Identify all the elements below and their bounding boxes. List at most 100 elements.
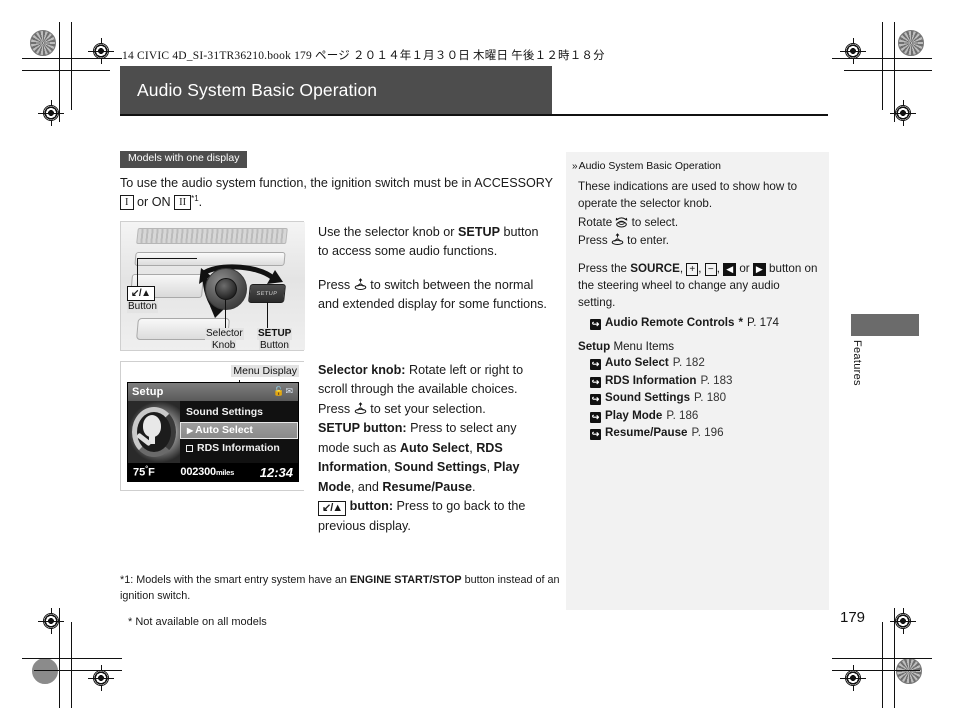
- selector-knob-center-graphic: [215, 277, 237, 300]
- leader-line-setup: [267, 301, 269, 328]
- list-item[interactable]: ↪ Play Mode P. 186: [590, 407, 819, 425]
- menu-item-page: P. 183: [700, 373, 733, 387]
- menu-item-label: Sound Settings: [605, 391, 691, 405]
- left-content-column: Models with one display To use the audio…: [120, 148, 556, 536]
- cross-reference-arrow-icon: ↪: [590, 318, 601, 330]
- printer-dot-top-left: [30, 30, 56, 56]
- section-tab-marker: [851, 314, 919, 336]
- setup-button-graphic: SETUP: [248, 283, 286, 303]
- screen-clock: 12:34: [259, 464, 293, 480]
- back-up-button-callout-icon: ↙/▲: [127, 285, 155, 301]
- screen-top-bar: Setup 🔓✉: [128, 382, 298, 401]
- list-item[interactable]: ↪ Resume/Pause P. 196: [590, 424, 819, 442]
- crop-line-tr-v1: [894, 22, 895, 122]
- setup-button-face-label: SETUP: [256, 290, 278, 297]
- screen-menu-item[interactable]: Sound Settings: [180, 403, 298, 422]
- intro-text-on: ON: [151, 195, 171, 210]
- screen-temperature: 75°F: [133, 466, 155, 479]
- screen-menu-item-label: Sound Settings: [186, 406, 263, 419]
- figure-row-display: Menu Display Setup 🔓✉ Sound Settings ▶ A…: [120, 360, 556, 537]
- crop-line-tl-v1: [59, 22, 60, 122]
- intro-text-or: or: [137, 195, 149, 210]
- screen-menu-item-label: Auto Select: [195, 424, 253, 437]
- menu-item-label: RDS Information: [605, 373, 697, 387]
- registration-mark-top-left-outer: [38, 100, 64, 126]
- list-item[interactable]: ↪ Sound Settings P. 180: [590, 389, 819, 407]
- screen-title: Setup: [132, 385, 164, 398]
- selector-knob-callout-line2: Knob: [211, 339, 237, 350]
- crop-line-tl-h2: [22, 70, 110, 71]
- sidebar-heading-label: Audio System Basic Operation: [578, 160, 721, 172]
- list-item[interactable]: ↪ Auto Select P. 182: [590, 354, 819, 372]
- print-job-header: 14 CIVIC 4D_SI-31TR36210.book 179 ページ ２０…: [122, 50, 605, 62]
- list-item[interactable]: ↪ RDS Information P. 183: [590, 372, 819, 390]
- crop-line-tr-h1: [832, 58, 932, 59]
- leader-line-knob: [225, 299, 227, 328]
- left-arrow-button-icon: ◀: [723, 263, 737, 277]
- menu-item-label: Auto Select: [605, 355, 669, 369]
- selector-knob-desc-2: to set your selection.: [370, 401, 486, 416]
- cross-reference-label: Audio Remote Controls: [605, 315, 735, 329]
- sidebar-heading: » Audio System Basic Operation: [572, 160, 819, 173]
- setup-callout-line1: SETUP: [257, 327, 293, 340]
- intro-text-part1: To use the audio system function, the ig…: [120, 175, 553, 190]
- intro-footnote-marker: *1: [191, 194, 199, 204]
- selector-knob-callout-line1: Selector: [205, 327, 244, 340]
- registration-mark-bottom-right-inner: [840, 665, 866, 691]
- models-badge: Models with one display: [120, 151, 248, 168]
- checkbox-icon: [186, 444, 193, 452]
- setup-option-resume-pause: Resume/Pause: [382, 479, 473, 494]
- screen-menu-item-selected[interactable]: ▶ Auto Select: [180, 421, 298, 439]
- knob-press-icon: [354, 278, 366, 290]
- setup-menu-items-heading: Setup Menu Items: [578, 340, 819, 353]
- press-enter-text-1: Press: [578, 234, 608, 248]
- setup-menu-items-list: ↪ Auto Select P. 182 ↪ RDS Information P…: [572, 354, 819, 442]
- setup-callout-line2: Button: [259, 339, 290, 350]
- printer-dot-top-right: [898, 30, 924, 56]
- audio-screen-graphic: Setup 🔓✉ Sound Settings ▶ Auto Select RD…: [127, 381, 299, 482]
- footnote-2: * Not available on all models: [128, 616, 267, 629]
- menu-item-page: P. 180: [694, 391, 727, 405]
- odometer-value: 002300: [180, 466, 216, 479]
- temperature-unit: F: [148, 466, 155, 479]
- screen-bottom-bar: 75°F 002300miles 12:34: [128, 462, 298, 481]
- selection-caret-icon: ▶: [187, 425, 194, 435]
- dash-vent-shape: [136, 227, 288, 244]
- use-knob-text-1: Use the selector knob or: [318, 224, 455, 239]
- section-tab-label: Features: [851, 340, 863, 386]
- source-or: or: [739, 262, 750, 276]
- dashboard-illustration: SETUP ↙/▲ Button Selector Knob SETUP But…: [120, 220, 305, 351]
- crop-line-bl-h1: [22, 658, 122, 659]
- menu-item-label: Play Mode: [605, 408, 663, 422]
- crop-line-br-v2: [882, 622, 883, 708]
- menu-item-page: P. 196: [691, 426, 724, 440]
- odometer-unit: miles: [215, 468, 235, 478]
- leader-line-back-v: [137, 257, 139, 286]
- setup-menu-rest-words: Menu Items: [613, 339, 675, 353]
- cross-reference-audio-remote-controls[interactable]: ↪ Audio Remote Controls * P. 174: [590, 314, 819, 331]
- menu-item-page: P. 182: [672, 355, 705, 369]
- setup-wrench-bulb-icon: [128, 400, 180, 463]
- menu-display-caption: Menu Display: [231, 364, 299, 377]
- crop-line-tr-h2: [844, 70, 932, 71]
- menu-item-page: P. 186: [666, 408, 699, 422]
- back-button-callout-label: Button: [127, 300, 158, 313]
- setup-button-term: SETUP button:: [318, 421, 407, 436]
- setup-option-sound-settings: Sound Settings: [394, 460, 487, 475]
- figure-row-dashboard: SETUP ↙/▲ Button Selector Knob SETUP But…: [120, 220, 556, 351]
- on-key-icon: II: [174, 195, 192, 211]
- cross-reference-arrow-icon: ↪: [590, 394, 601, 406]
- cross-reference-star: *: [738, 315, 743, 329]
- cross-reference-arrow-icon: ↪: [590, 376, 601, 388]
- footnote-1-text-a: *1: Models with the smart entry system h…: [120, 574, 347, 586]
- intro-paragraph: To use the audio system function, the ig…: [120, 174, 556, 213]
- dashboard-figure-description: Use the selector knob or SETUP button to…: [318, 221, 548, 315]
- setup-menu-bold-word: Setup: [578, 339, 611, 353]
- cross-reference-page: P. 174: [746, 315, 780, 329]
- title-underline-rule: [120, 114, 828, 116]
- press-text-2: to switch between the normal and extende…: [318, 277, 547, 312]
- screen-status-icons: 🔓✉: [273, 386, 294, 397]
- footnotes-block: *1: Models with the smart entry system h…: [120, 572, 560, 631]
- screen-menu-item[interactable]: RDS Information: [180, 439, 298, 458]
- accessory-key-icon: I: [120, 195, 134, 211]
